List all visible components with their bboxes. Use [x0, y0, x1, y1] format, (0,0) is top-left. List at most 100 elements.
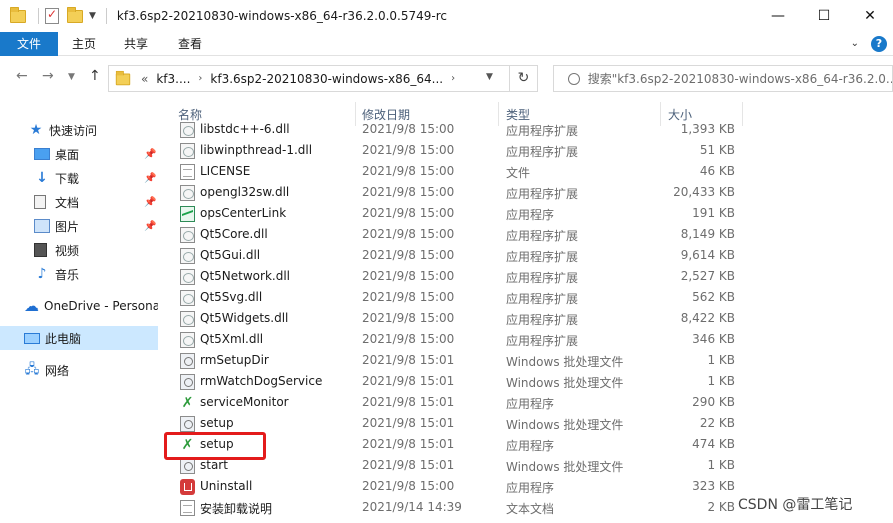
close-button[interactable]: ✕ [847, 0, 893, 32]
help-icon[interactable]: ? [871, 36, 887, 52]
file-size: 562 KB [692, 290, 735, 304]
sidebar-item-documents[interactable]: 文档 📌 [0, 190, 158, 214]
recent-locations-dropdown-icon[interactable]: ▼ [68, 72, 75, 82]
sidebar-item-music[interactable]: ♪ 音乐 [0, 262, 158, 286]
file-name: opengl32sw.dll [200, 185, 290, 199]
back-arrow-icon[interactable]: ← [16, 68, 28, 84]
dll-file-icon [180, 122, 195, 138]
sidebar-item-label: OneDrive - Persona [44, 299, 158, 313]
file-name: setup [200, 416, 234, 430]
pin-icon: 📌 [144, 148, 157, 160]
sidebar-item-label: 文档 [55, 195, 80, 210]
file-date: 2021/9/8 15:01 [362, 353, 455, 367]
new-folder-icon[interactable] [67, 7, 83, 24]
tab-home[interactable]: 主页 [62, 32, 106, 56]
file-row[interactable]: Qt5Svg.dll 2021/9/8 15:00 应用程序扩展 562 KB [160, 288, 893, 309]
sidebar-item-pictures[interactable]: 图片 📌 [0, 214, 158, 238]
file-row[interactable]: ✗ serviceMonitor 2021/9/8 15:01 应用程序 290 KB [160, 393, 893, 414]
file-type: 应用程序 [506, 481, 555, 495]
sidebar-item-videos[interactable]: 视频 [0, 238, 158, 262]
documents-icon [34, 195, 46, 209]
dll-file-icon [180, 332, 195, 348]
music-icon: ♪ [37, 266, 47, 282]
file-date: 2021/9/8 15:00 [362, 332, 455, 346]
file-name: opsCenterLink [200, 206, 287, 220]
sidebar-item-onedrive[interactable]: ☁ OneDrive - Persona [0, 294, 158, 318]
highlight-box [164, 432, 266, 460]
file-row[interactable]: start 2021/9/8 15:01 Windows 批处理文件 1 KB [160, 456, 893, 477]
breadcrumb-item[interactable]: kf3.... [156, 72, 190, 86]
ribbon-tabs: 文件 主页 共享 查看 ⌄ ? [0, 32, 893, 56]
dll-file-icon [180, 248, 195, 264]
file-row[interactable]: libwinpthread-1.dll 2021/9/8 15:00 应用程序扩展 5… [160, 141, 893, 162]
file-row[interactable]: ✗ setup 2021/9/8 15:01 应用程序 474 KB [160, 435, 893, 456]
file-size: 1 KB [707, 374, 735, 388]
file-size: 191 KB [692, 206, 735, 220]
refresh-icon[interactable]: ↻ [510, 65, 538, 92]
file-name: serviceMonitor [200, 395, 289, 409]
batch-file-icon [180, 374, 195, 390]
expand-ribbon-chevron-icon[interactable]: ⌄ [851, 38, 859, 49]
quick-access-toolbar: ▼ [0, 0, 113, 32]
file-row[interactable]: Qt5Xml.dll 2021/9/8 15:00 应用程序扩展 346 KB [160, 330, 893, 351]
text-file-icon [180, 500, 195, 516]
pin-icon: 📌 [144, 220, 157, 232]
forward-arrow-icon[interactable]: → [42, 68, 54, 84]
sidebar-item-desktop[interactable]: 桌面 📌 [0, 142, 158, 166]
tab-file[interactable]: 文件 [0, 32, 58, 56]
file-date: 2021/9/8 15:01 [362, 458, 455, 472]
file-type: 应用程序扩展 [506, 313, 579, 327]
maximize-button[interactable]: ☐ [801, 0, 847, 32]
file-type: 应用程序 [506, 439, 555, 453]
sidebar-item-network[interactable]: 🖧 网络 [0, 358, 158, 382]
file-name: start [200, 458, 228, 472]
breadcrumb-separator-icon[interactable]: › [451, 73, 455, 84]
address-dropdown-icon[interactable]: ▼ [486, 72, 493, 82]
file-row[interactable]: Qt5Network.dll 2021/9/8 15:00 应用程序扩展 2,527 … [160, 267, 893, 288]
file-row[interactable]: rmSetupDir 2021/9/8 15:01 Windows 批处理文件 1 K… [160, 351, 893, 372]
file-type: Windows 批处理文件 [506, 376, 624, 390]
sidebar-item-quick-access[interactable]: ★ 快速访问 [0, 118, 158, 142]
breadcrumb-overflow[interactable]: « [141, 72, 148, 86]
tab-share[interactable]: 共享 [114, 32, 158, 56]
desktop-icon [34, 148, 50, 160]
minimize-button[interactable]: — [755, 0, 801, 32]
dll-file-icon [180, 143, 195, 159]
search-input[interactable]: 搜索"kf3.6sp2-20210830-windows-x86_64-r36.… [553, 65, 893, 92]
sidebar-item-this-pc[interactable]: 此电脑 [0, 326, 158, 350]
file-name: Qt5Core.dll [200, 227, 268, 241]
breadcrumb-separator-icon[interactable]: › [198, 73, 202, 84]
file-row[interactable]: Qt5Core.dll 2021/9/8 15:00 应用程序扩展 8,149 KB [160, 225, 893, 246]
pictures-icon [34, 219, 50, 233]
sidebar-item-downloads[interactable]: ↓ 下载 📌 [0, 166, 158, 190]
file-row[interactable]: setup 2021/9/8 15:01 Windows 批处理文件 22 KB [160, 414, 893, 435]
up-arrow-icon[interactable]: ↑ [89, 68, 101, 84]
dll-file-icon [180, 227, 195, 243]
dll-file-icon [180, 290, 195, 306]
file-row[interactable]: opsCenterLink 2021/9/8 15:00 应用程序 191 KB [160, 204, 893, 225]
application-icon [180, 206, 195, 222]
file-list: ^ 名称 修改日期 类型 大小 libstdc++-6.dll 2021/9/8 … [160, 100, 893, 523]
file-row[interactable]: libstdc++-6.dll 2021/9/8 15:00 应用程序扩展 1,393… [160, 120, 893, 141]
file-row[interactable]: LICENSE 2021/9/8 15:00 文件 46 KB [160, 162, 893, 183]
tab-view[interactable]: 查看 [168, 32, 212, 56]
file-size: 290 KB [692, 395, 735, 409]
file-date: 2021/9/8 15:00 [362, 290, 455, 304]
file-type: 文件 [506, 166, 531, 180]
file-type: 应用程序扩展 [506, 187, 579, 201]
file-row[interactable]: rmWatchDogService 2021/9/8 15:01 Windows 批… [160, 372, 893, 393]
breadcrumb-item[interactable]: kf3.6sp2-20210830-windows-x86_64... [210, 72, 443, 86]
file-row[interactable]: opengl32sw.dll 2021/9/8 15:00 应用程序扩展 20,433… [160, 183, 893, 204]
onedrive-icon: ☁ [24, 297, 39, 315]
toolbar-separator [105, 8, 107, 24]
file-row[interactable]: Qt5Gui.dll 2021/9/8 15:00 应用程序扩展 9,614 KB [160, 246, 893, 267]
file-name: rmSetupDir [200, 353, 269, 367]
file-date: 2021/9/8 15:00 [362, 143, 455, 157]
properties-icon[interactable] [45, 7, 61, 24]
file-type: 应用程序扩展 [506, 229, 579, 243]
batch-file-icon [180, 416, 195, 432]
file-row[interactable]: Qt5Widgets.dll 2021/9/8 15:00 应用程序扩展 8,422 … [160, 309, 893, 330]
address-bar[interactable]: « kf3.... › kf3.6sp2-20210830-windows-x8… [108, 65, 510, 92]
customize-toolbar-dropdown-icon[interactable]: ▼ [89, 11, 96, 21]
sidebar-item-label: 快速访问 [49, 123, 98, 138]
